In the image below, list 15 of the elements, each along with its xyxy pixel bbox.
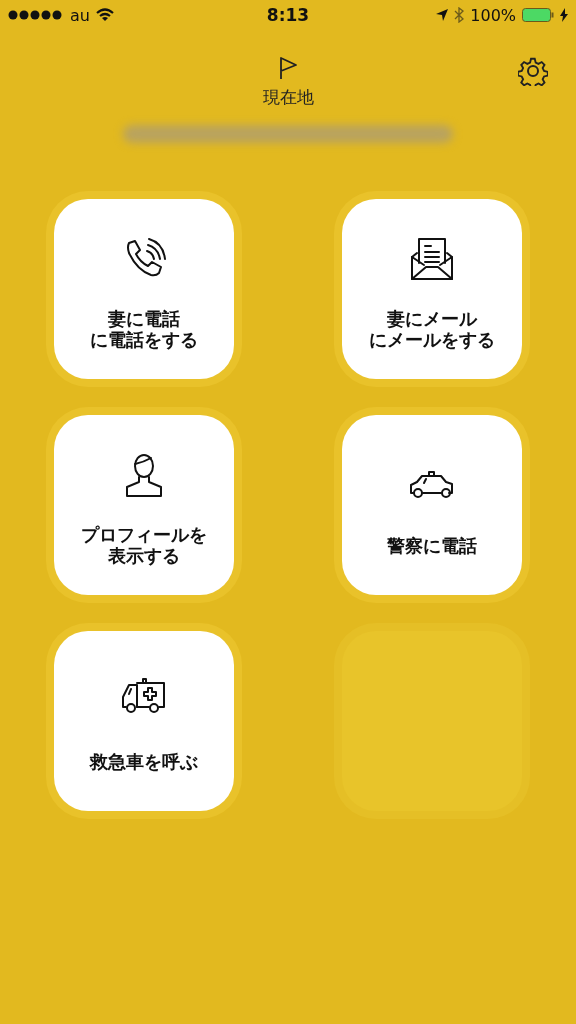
battery-icon (522, 8, 554, 22)
settings-icon[interactable] (518, 56, 548, 86)
signal-icon (8, 10, 64, 20)
charging-bolt-icon (560, 8, 568, 22)
flag-icon (278, 56, 298, 80)
location-arrow-icon (436, 9, 449, 21)
clock-time: 8:13 (266, 5, 310, 25)
battery-percent: 100% (470, 5, 516, 25)
car-icon (409, 469, 455, 499)
location-title: 現在地 (262, 86, 314, 109)
carrier-name: au (70, 5, 90, 25)
wifi-icon (95, 8, 114, 22)
ambulance-icon (121, 675, 167, 715)
envelope-letter-icon (409, 237, 455, 283)
bluetooth-icon (454, 7, 465, 23)
